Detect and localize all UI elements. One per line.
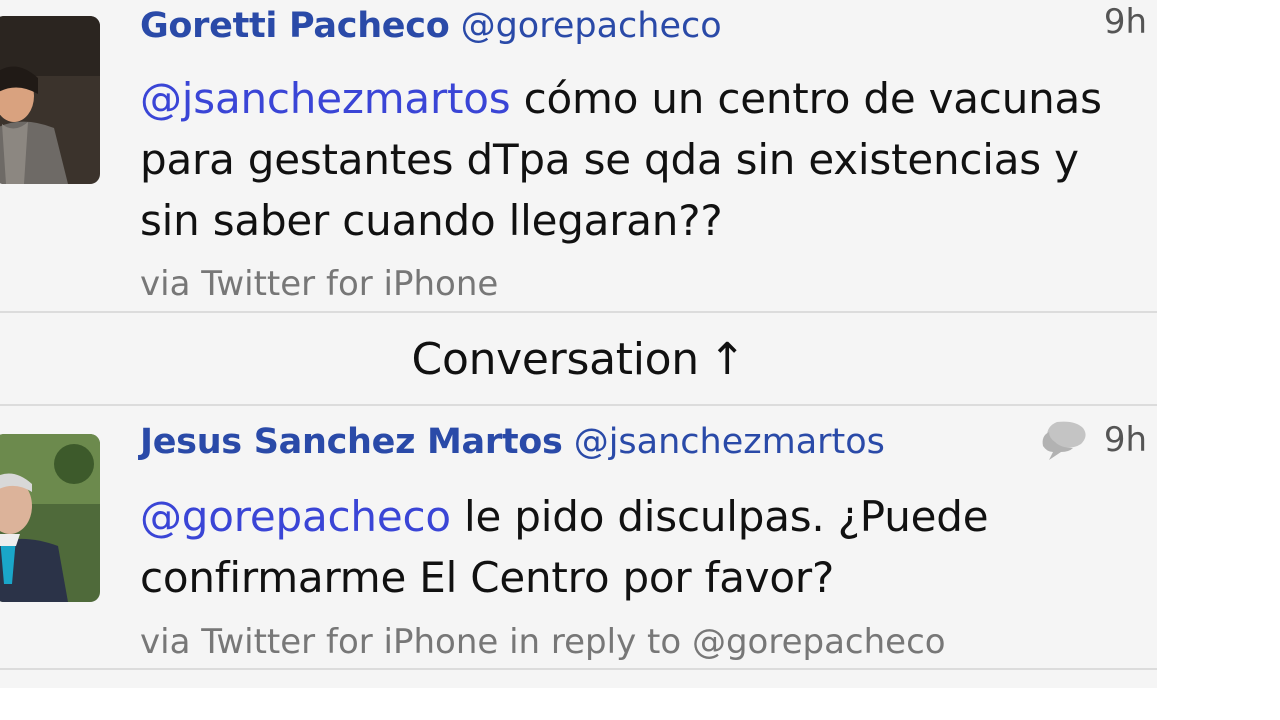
- mention-link[interactable]: @gorepacheco: [140, 492, 451, 541]
- author-name[interactable]: Jesus Sanchez Martos: [140, 422, 563, 462]
- conversation-bubbles-icon[interactable]: [1039, 418, 1089, 462]
- author-handle[interactable]: @jsanchezmartos: [574, 422, 885, 462]
- tweet-source: via Twitter for iPhone: [140, 264, 499, 304]
- avatar[interactable]: [0, 434, 100, 602]
- avatar[interactable]: [0, 16, 100, 184]
- tweet-text: @jsanchezmartos cómo un centro de vacuna…: [140, 68, 1140, 251]
- conversation-toggle[interactable]: Conversation ↑: [0, 314, 1157, 404]
- tweet-author[interactable]: Goretti Pacheco @gorepacheco: [140, 4, 722, 48]
- mention-link[interactable]: @jsanchezmartos: [140, 74, 511, 123]
- divider: [0, 404, 1157, 406]
- timeline-panel: Goretti Pacheco @gorepacheco 9h @jsanche…: [0, 0, 1157, 688]
- author-handle[interactable]: @gorepacheco: [461, 6, 722, 46]
- tweet-source: via Twitter for iPhone in reply to @gore…: [140, 622, 946, 662]
- tweet-time: 9h: [1103, 420, 1147, 460]
- tweet-time: 9h: [1103, 2, 1147, 42]
- divider: [0, 311, 1157, 313]
- author-name[interactable]: Goretti Pacheco: [140, 6, 450, 46]
- conversation-label: Conversation: [411, 333, 700, 385]
- tweet-text: @gorepacheco le pido disculpas. ¿Puede c…: [140, 486, 1140, 608]
- arrow-up-icon: ↑: [708, 333, 746, 385]
- divider: [0, 668, 1157, 670]
- tweet-author[interactable]: Jesus Sanchez Martos @jsanchezmartos: [140, 420, 885, 464]
